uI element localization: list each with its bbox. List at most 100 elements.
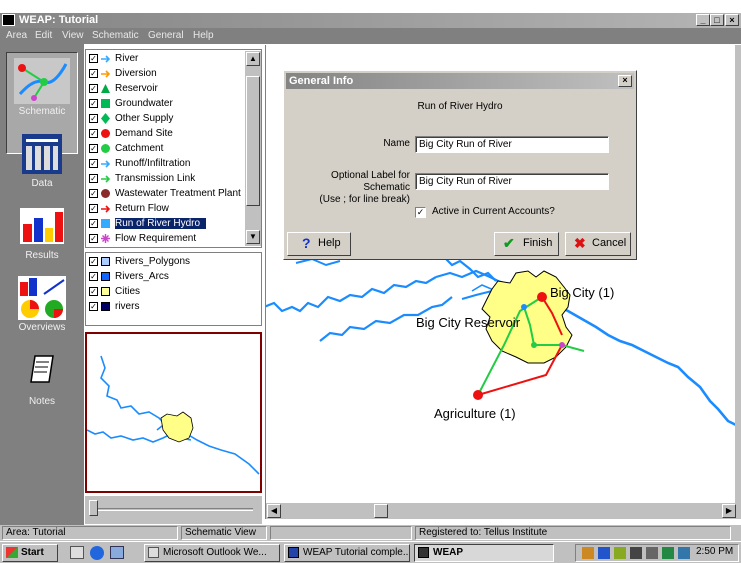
map-horizontal-scrollbar[interactable]: ◀ ▶ <box>266 503 736 519</box>
star-icon <box>100 233 111 244</box>
view-results[interactable]: Results <box>0 208 84 268</box>
zoom-slider-thumb[interactable] <box>89 500 98 516</box>
legend-checkbox[interactable]: ✓ <box>89 114 98 123</box>
legend-item-label: Other Supply <box>115 113 174 124</box>
close-button[interactable]: × <box>725 14 739 26</box>
overview-minimap[interactable] <box>85 332 262 493</box>
legend-checkbox[interactable]: ✓ <box>89 54 98 63</box>
legend-checkbox[interactable]: ✓ <box>89 159 98 168</box>
outlook-icon[interactable] <box>110 546 124 559</box>
legend-checkbox[interactable]: ✓ <box>89 69 98 78</box>
windows-logo-icon <box>6 547 18 558</box>
task-weap[interactable]: WEAP <box>414 544 554 562</box>
volume-icon[interactable] <box>646 547 658 559</box>
layer-checkbox[interactable]: ✓ <box>89 257 98 266</box>
scroll-down-button[interactable]: ▼ <box>246 230 260 244</box>
name-label: Name <box>383 138 410 149</box>
scroll-right-button[interactable]: ▶ <box>722 504 736 518</box>
tray-icon-7[interactable] <box>678 547 690 559</box>
cancel-button[interactable]: ✖ Cancel <box>565 232 631 256</box>
h-scroll-thumb[interactable] <box>374 504 388 518</box>
legend-checkbox[interactable]: ✓ <box>89 129 98 138</box>
map-label-agriculture[interactable]: Agriculture (1) <box>434 406 516 421</box>
view-schematic[interactable]: Schematic <box>0 54 84 124</box>
zoom-slider-track <box>93 508 253 511</box>
active-label: Active in Current Accounts? <box>432 206 555 217</box>
outlook-task-icon <box>148 547 159 558</box>
task-weap-tutorial[interactable]: WEAP Tutorial comple... <box>284 544 410 562</box>
legend-checkbox[interactable]: ✓ <box>89 219 98 228</box>
map-label-big-city[interactable]: Big City (1) <box>550 285 614 300</box>
overviews-icon <box>18 276 66 320</box>
optional-label-field[interactable]: Big City Run of River <box>415 173 609 190</box>
scroll-up-button[interactable]: ▲ <box>246 52 260 66</box>
tray-icon-3[interactable] <box>614 547 626 559</box>
help-button[interactable]: ? Help <box>287 232 351 256</box>
map-label-reservoir[interactable]: Big City Reservoir <box>416 315 520 330</box>
menu-general[interactable]: General <box>148 30 184 41</box>
dialog-titlebar: General Info × <box>286 73 634 89</box>
legend-scrollbar[interactable]: ▲ ▼ <box>245 51 261 246</box>
start-button[interactable]: Start <box>2 544 58 562</box>
legend-checkbox[interactable]: ✓ <box>89 99 98 108</box>
checkmark-icon: ✔ <box>503 235 515 251</box>
task-outlook[interactable]: Microsoft Outlook We... <box>144 544 280 562</box>
weap-task-icon <box>418 547 429 558</box>
cancel-button-label: Cancel <box>592 237 627 249</box>
schematic-icon <box>14 58 70 104</box>
results-icon <box>20 208 64 244</box>
scroll-left-button[interactable]: ◀ <box>267 504 281 518</box>
layer-swatch-icon <box>101 257 110 266</box>
tray-icon-4[interactable] <box>630 547 642 559</box>
tray-icon-2[interactable] <box>598 547 610 559</box>
optional-label-line1: Optional Label for Schematic <box>331 170 410 193</box>
legend-item-label: Flow Requirement <box>115 233 197 244</box>
ie-icon[interactable] <box>90 546 104 560</box>
active-checkbox[interactable]: ✓ <box>415 207 426 218</box>
optional-label: Optional Label for Schematic (Use ; for … <box>284 170 410 206</box>
legend-item-label: Return Flow <box>115 203 169 214</box>
legend-checkbox[interactable]: ✓ <box>89 234 98 243</box>
finish-button[interactable]: ✔ Finish <box>494 232 559 256</box>
dialog-close-button[interactable]: × <box>618 75 632 87</box>
legend-checkbox[interactable]: ✓ <box>89 189 98 198</box>
menu-help[interactable]: Help <box>193 30 214 41</box>
menu-schematic[interactable]: Schematic <box>92 30 139 41</box>
minimap-svg <box>86 355 260 475</box>
scroll-thumb[interactable] <box>246 76 260 206</box>
menu-bar: Area Edit View Schematic General Help <box>0 28 741 44</box>
view-data[interactable]: Data <box>0 134 84 194</box>
maximize-button[interactable]: □ <box>710 14 724 26</box>
view-overviews[interactable]: Overviews <box>0 276 84 338</box>
legend-item-label: Runoff/Infiltration <box>115 158 191 169</box>
layer-checkbox[interactable]: ✓ <box>89 272 98 281</box>
layer-checkbox[interactable]: ✓ <box>89 287 98 296</box>
desktop-icon[interactable] <box>70 546 84 559</box>
view-notes[interactable]: Notes <box>0 354 84 414</box>
general-info-dialog: General Info × Run of River Hydro Name B… <box>283 70 637 260</box>
tray-icon-1[interactable] <box>582 547 594 559</box>
tray-icon-6[interactable] <box>662 547 674 559</box>
legend-checkbox[interactable]: ✓ <box>89 84 98 93</box>
menu-edit[interactable]: Edit <box>35 30 52 41</box>
layers-panel: ✓ Rivers_Polygons ✓ Rivers_Arcs ✓ Cities ✓ rive… <box>85 252 262 326</box>
view-overviews-label: Overviews <box>18 322 66 333</box>
arrow-icon <box>100 173 111 184</box>
arrow-icon <box>100 203 111 214</box>
finish-button-label: Finish <box>523 237 553 249</box>
menu-view[interactable]: View <box>62 30 84 41</box>
legend-checkbox[interactable]: ✓ <box>89 204 98 213</box>
layer-item-label: Rivers_Polygons <box>115 256 191 267</box>
legend-item-label: Transmission Link <box>115 173 196 184</box>
minimize-button[interactable]: _ <box>696 14 710 26</box>
layer-checkbox[interactable]: ✓ <box>89 302 98 311</box>
map-vertical-scrollbar[interactable] <box>735 45 741 519</box>
square-icon <box>100 98 111 109</box>
dialog-heading: Run of River Hydro <box>417 101 503 112</box>
legend-checkbox[interactable]: ✓ <box>89 144 98 153</box>
menu-area[interactable]: Area <box>6 30 27 41</box>
name-field[interactable]: Big City Run of River <box>415 136 609 153</box>
status-bar: Area: Tutorial Schematic View Registered… <box>0 525 741 541</box>
status-registered: Registered to: Tellus Institute <box>415 526 731 540</box>
legend-checkbox[interactable]: ✓ <box>89 174 98 183</box>
